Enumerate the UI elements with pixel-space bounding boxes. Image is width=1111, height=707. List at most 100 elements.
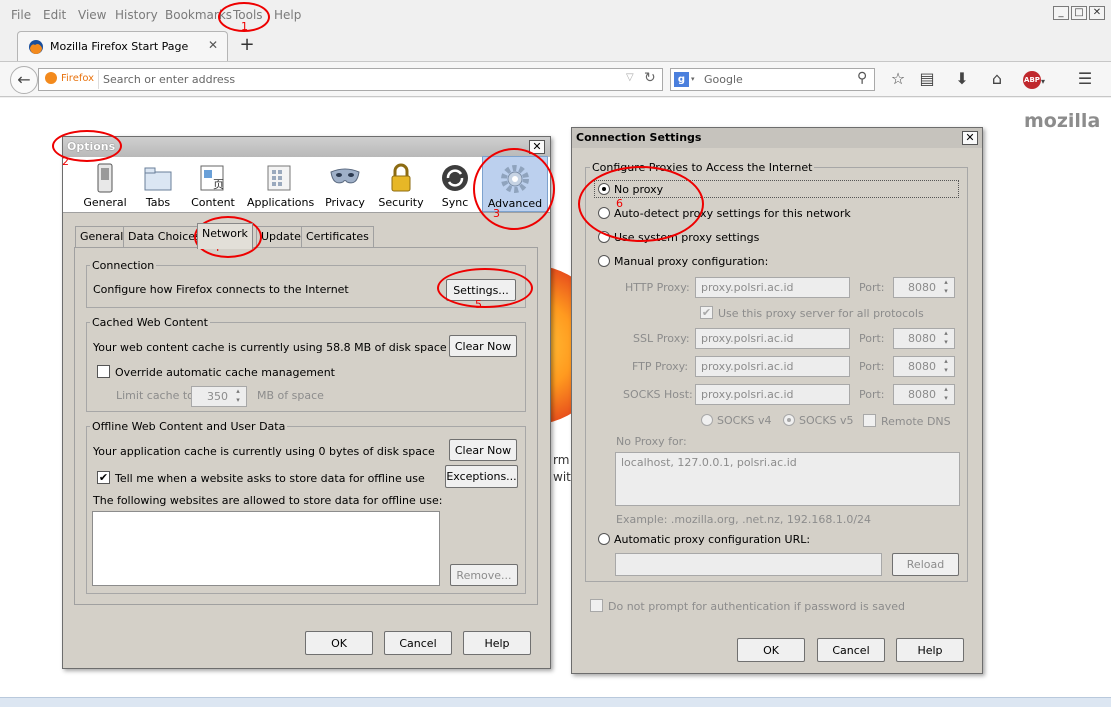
close-icon[interactable]: ✕ — [529, 140, 545, 154]
tab-update[interactable]: Update — [256, 226, 306, 247]
tab-close-icon[interactable]: ✕ — [208, 38, 218, 52]
system-proxy-label: Use system proxy settings — [614, 231, 760, 244]
reading-list-icon[interactable]: ▤ — [915, 67, 939, 91]
menu-bar: File Edit View History Bookmarks Tools H… — [0, 0, 1111, 32]
no-proxy-radio[interactable] — [598, 183, 610, 195]
http-proxy-field[interactable]: proxy.polsri.ac.id — [695, 277, 850, 298]
hamburger-menu-icon[interactable]: ☰ — [1073, 67, 1097, 91]
ok-button[interactable]: OK — [305, 631, 373, 655]
downloads-icon[interactable]: ⬇ — [950, 67, 974, 91]
firefox-icon — [29, 40, 43, 54]
cache-legend: Cached Web Content — [90, 316, 210, 329]
reload-icon[interactable]: ↻ — [644, 70, 656, 86]
menu-edit[interactable]: Edit — [43, 8, 66, 22]
applications-icon — [267, 165, 291, 191]
pane-privacy-label: Privacy — [325, 196, 365, 209]
same-proxy-checkbox[interactable]: ✔ — [700, 306, 713, 319]
tell-me-checkbox[interactable]: ✔ — [97, 471, 110, 484]
pane-security-label: Security — [378, 196, 424, 209]
allowed-sites-list[interactable] — [92, 511, 440, 586]
tab-general[interactable]: General — [75, 226, 129, 247]
cache-limit-spinner[interactable]: 350 — [191, 386, 247, 407]
clear-offline-button[interactable]: Clear Now — [449, 439, 517, 461]
socks-port-label: Port: — [859, 388, 885, 401]
pane-applications[interactable]: Applications — [247, 160, 314, 210]
socks-v5-label: SOCKS v5 — [799, 414, 854, 427]
clear-cache-button[interactable]: Clear Now — [449, 335, 517, 357]
pane-advanced[interactable]: Advanced — [482, 156, 548, 212]
mozilla-brand: mozilla — [1024, 110, 1101, 132]
tab-data-choices[interactable]: Data Choices — [123, 226, 206, 247]
search-icon[interactable]: ⚲ — [857, 70, 867, 86]
no-proxy-for-field[interactable]: localhost, 127.0.0.1, polsri.ac.id — [615, 452, 960, 506]
tab-start-page[interactable]: Mozilla Firefox Start Page ✕ — [17, 31, 228, 61]
maximize-icon[interactable]: □ — [1071, 6, 1087, 20]
ssl-port-spinner[interactable]: 8080 — [893, 328, 955, 349]
privacy-mask-icon — [330, 168, 360, 184]
menu-bookmarks[interactable]: Bookmarks — [165, 8, 232, 22]
menu-history[interactable]: History — [115, 8, 158, 22]
no-proxy-example: Example: .mozilla.org, .net.nz, 192.168.… — [616, 513, 872, 526]
pane-content[interactable]: 页 Content — [188, 160, 238, 210]
engine-dropdown-icon[interactable]: ▾ — [691, 75, 695, 83]
pane-security[interactable]: Security — [376, 160, 426, 210]
dropdown-arrow-icon[interactable]: ▽ — [626, 72, 634, 83]
menu-view[interactable]: View — [78, 8, 106, 22]
adblock-icon[interactable]: ABP▾ — [1022, 67, 1046, 91]
socks-v5-radio[interactable] — [783, 414, 795, 426]
url-bar[interactable]: Firefox Search or enter address ▽ ↻ — [38, 68, 663, 91]
socks-v4-label: SOCKS v4 — [717, 414, 772, 427]
close-icon[interactable]: ✕ — [962, 131, 978, 145]
tab-network[interactable]: Network — [197, 223, 253, 249]
minimize-icon[interactable]: _ — [1053, 6, 1069, 20]
socks-port-spinner[interactable]: 8080 — [893, 384, 955, 405]
pane-sync[interactable]: Sync — [434, 160, 476, 210]
conn-cancel-button[interactable]: Cancel — [817, 638, 885, 662]
conn-ok-button[interactable]: OK — [737, 638, 805, 662]
override-cache-label: Override automatic cache management — [115, 366, 335, 379]
cancel-button[interactable]: Cancel — [384, 631, 452, 655]
auto-config-url-field[interactable] — [615, 553, 882, 576]
pane-content-label: Content — [191, 196, 235, 209]
firefox-icon — [45, 72, 57, 84]
annotation-number: 3 — [493, 207, 500, 220]
limit-cache-label: Limit cache to — [116, 389, 194, 402]
home-icon[interactable]: ⌂ — [985, 67, 1009, 91]
exceptions-button[interactable]: Exceptions... — [445, 465, 518, 488]
socks-v4-radio[interactable] — [701, 414, 713, 426]
close-icon[interactable]: ✕ — [1089, 6, 1105, 20]
system-proxy-radio[interactable] — [598, 231, 610, 243]
pane-privacy[interactable]: Privacy — [322, 160, 368, 210]
offline-legend: Offline Web Content and User Data — [90, 420, 288, 433]
bookmark-star-icon[interactable]: ☆ — [886, 67, 910, 91]
menu-help[interactable]: Help — [274, 8, 301, 22]
remove-button[interactable]: Remove... — [450, 564, 518, 586]
ssl-proxy-field[interactable]: proxy.polsri.ac.id — [695, 328, 850, 349]
new-tab-icon[interactable]: + — [236, 35, 258, 57]
annotation-number: 1 — [241, 20, 248, 33]
identity-label: Firefox — [61, 73, 95, 84]
pane-general[interactable]: General — [80, 160, 130, 210]
menu-file[interactable]: File — [11, 8, 31, 22]
svg-text:页: 页 — [213, 178, 224, 191]
tab-certificates[interactable]: Certificates — [301, 226, 374, 247]
no-prompt-checkbox[interactable] — [590, 599, 603, 612]
manual-proxy-radio[interactable] — [598, 255, 610, 267]
help-button[interactable]: Help — [463, 631, 531, 655]
lock-icon — [391, 163, 411, 192]
auto-config-url-radio[interactable] — [598, 533, 610, 545]
search-bar[interactable]: g ▾ Google ⚲ — [670, 68, 875, 91]
connection-settings-title: Connection Settings — [572, 128, 982, 148]
ftp-proxy-field[interactable]: proxy.polsri.ac.id — [695, 356, 850, 377]
no-proxy-for-label: No Proxy for: — [616, 435, 687, 448]
conn-help-button[interactable]: Help — [896, 638, 964, 662]
reload-button[interactable]: Reload — [892, 553, 959, 576]
back-arrow-icon[interactable]: ← — [10, 66, 38, 94]
override-cache-checkbox[interactable] — [97, 365, 110, 378]
pane-tabs[interactable]: Tabs — [138, 160, 178, 210]
remote-dns-checkbox[interactable] — [863, 414, 876, 427]
http-port-spinner[interactable]: 8080 — [893, 277, 955, 298]
socks-host-field[interactable]: proxy.polsri.ac.id — [695, 384, 850, 405]
ftp-port-spinner[interactable]: 8080 — [893, 356, 955, 377]
auto-detect-radio[interactable] — [598, 207, 610, 219]
